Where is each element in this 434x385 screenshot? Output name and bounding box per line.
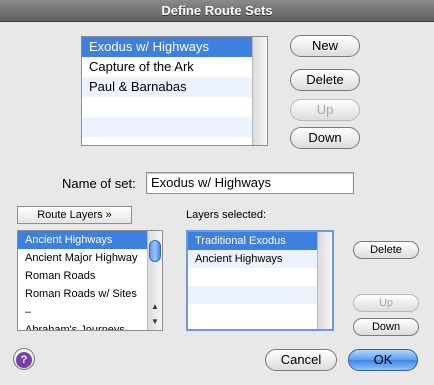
help-icon: ? xyxy=(16,352,32,368)
scroll-down-arrow-icon[interactable]: ▼ xyxy=(148,315,162,329)
route-layers-popup[interactable]: Route Layers » xyxy=(17,206,132,224)
route-sets-scrollbar[interactable] xyxy=(252,37,267,145)
list-item[interactable]: Roman Roads xyxy=(18,267,148,285)
list-item[interactable]: Roman Roads w/ Sites xyxy=(18,285,148,303)
list-item[interactable]: Paul & Barnabas xyxy=(82,77,253,97)
scroll-up-arrow-icon[interactable]: ▲ xyxy=(148,300,162,314)
up-set-button[interactable]: Up xyxy=(290,99,360,121)
up-layer-button[interactable]: Up xyxy=(353,294,419,312)
down-layer-button[interactable]: Down xyxy=(353,318,419,336)
route-layers-scrollbar[interactable]: ▲ ▼ xyxy=(147,231,162,330)
empty-row xyxy=(82,117,253,137)
list-item[interactable]: Ancient Major Highway xyxy=(18,249,148,267)
list-item[interactable]: – xyxy=(18,303,148,321)
help-button[interactable]: ? xyxy=(13,348,35,370)
list-item[interactable]: Exodus w/ Highways xyxy=(82,37,253,57)
list-item[interactable]: Traditional Exodus xyxy=(188,232,318,250)
list-item[interactable]: Capture of the Ark xyxy=(82,57,253,77)
cancel-button[interactable]: Cancel xyxy=(265,349,337,371)
empty-row xyxy=(188,304,318,322)
route-sets-list[interactable]: Exodus w/ Highways Capture of the Ark Pa… xyxy=(81,36,268,146)
list-item[interactable]: Abraham's Journeys xyxy=(18,321,148,330)
list-item[interactable]: Ancient Highways xyxy=(188,250,318,268)
list-item[interactable]: Ancient Highways xyxy=(18,231,148,249)
down-set-button[interactable]: Down xyxy=(290,127,360,149)
empty-row xyxy=(188,268,318,286)
delete-layer-button[interactable]: Delete xyxy=(353,241,419,259)
empty-row xyxy=(82,97,253,117)
new-button[interactable]: New xyxy=(290,35,360,57)
name-of-set-label: Name of set: xyxy=(62,176,136,191)
name-of-set-field[interactable]: Exodus w/ Highways xyxy=(146,172,354,194)
scroll-thumb[interactable] xyxy=(149,240,161,262)
layers-selected-label: Layers selected: xyxy=(186,209,267,221)
layers-selected-scrollbar[interactable] xyxy=(317,232,332,329)
layers-selected-list[interactable]: Traditional Exodus Ancient Highways xyxy=(186,230,334,331)
ok-button[interactable]: OK xyxy=(348,349,418,371)
empty-row xyxy=(188,286,318,304)
route-layers-list[interactable]: Ancient Highways Ancient Major Highway R… xyxy=(17,230,163,331)
window-title: Define Route Sets xyxy=(0,0,434,22)
delete-set-button[interactable]: Delete xyxy=(290,69,360,91)
